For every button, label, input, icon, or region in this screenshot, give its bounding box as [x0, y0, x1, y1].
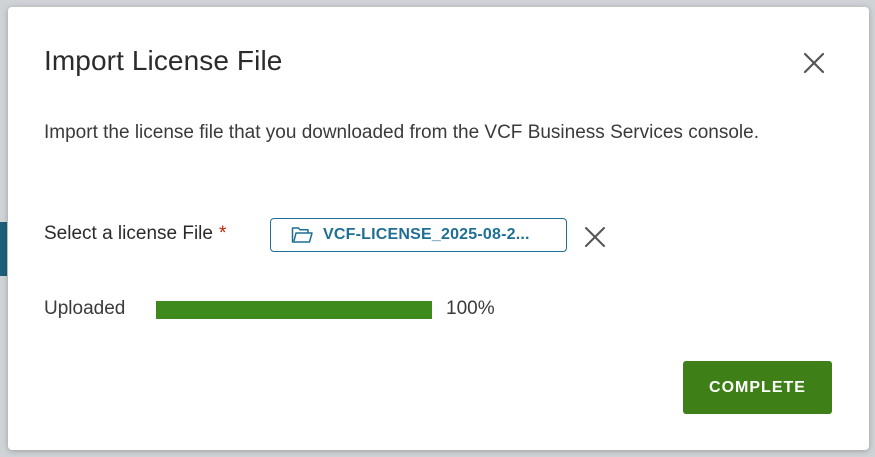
background-accent — [0, 222, 7, 276]
upload-progress-fill — [156, 301, 432, 319]
folder-icon — [291, 227, 313, 243]
upload-status-label: Uploaded — [44, 298, 126, 319]
import-license-dialog: Import License File Import the license f… — [8, 7, 869, 450]
upload-progress-bar — [156, 301, 432, 319]
license-file-picker[interactable]: VCF-LICENSE_2025-08-2... — [270, 218, 567, 252]
dialog-description: Import the license file that you downloa… — [44, 122, 759, 143]
license-file-label: Select a license File * — [44, 223, 226, 245]
close-icon — [803, 52, 825, 74]
required-marker: * — [218, 223, 227, 244]
remove-file-button[interactable] — [583, 225, 607, 249]
upload-progress-percent: 100% — [446, 298, 495, 319]
license-file-label-text: Select a license File — [44, 223, 213, 244]
selected-file-name: VCF-LICENSE_2025-08-2... — [323, 226, 530, 243]
remove-file-icon — [585, 227, 605, 247]
dialog-title: Import License File — [44, 45, 283, 76]
complete-button[interactable]: COMPLETE — [683, 361, 832, 414]
close-button[interactable] — [800, 49, 828, 77]
